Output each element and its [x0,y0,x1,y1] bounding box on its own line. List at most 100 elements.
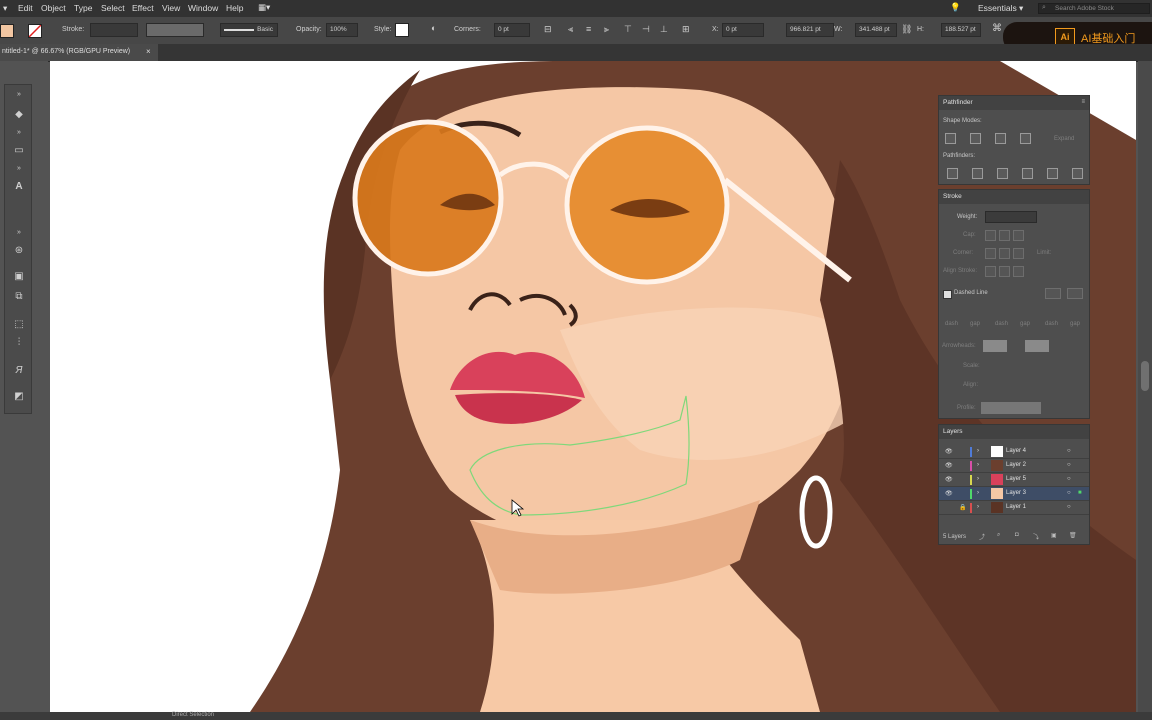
character-icon[interactable]: A [12,181,26,193]
fill-swatch[interactable] [0,24,14,38]
layer-row-layer-4[interactable]: 👁 › Layer 4 ○ [939,445,1089,459]
unite-icon[interactable] [945,133,956,144]
collect-export-icon[interactable]: ⤴ [979,532,985,541]
vertical-scrollbar[interactable] [1138,61,1152,712]
arrange-documents-icon[interactable]: ▦▾ [258,2,270,13]
round-cap-icon[interactable] [999,230,1010,241]
expand-button[interactable]: Expand [1054,136,1074,142]
variable-width-field[interactable] [146,23,204,37]
expand-arrow-icon[interactable]: › [977,462,979,468]
shape-builder-icon[interactable]: ◆ [12,109,26,121]
menu-object[interactable]: Object [41,3,66,13]
intersect-icon[interactable] [995,133,1006,144]
menu-help[interactable]: Help [226,3,243,13]
new-layer-icon[interactable]: ▣ [1051,532,1057,539]
locate-object-icon[interactable]: ⌕ [997,532,1000,539]
expand-arrow-icon[interactable]: › [977,504,979,510]
layer-name[interactable]: Layer 2 [1006,462,1026,468]
graphic-style-swatch[interactable] [395,23,409,37]
delete-layer-icon[interactable]: 🗑 [1069,532,1077,539]
weight-field[interactable] [985,211,1037,223]
align-center-icon[interactable]: ≡ [586,24,591,34]
constrain-proportions-icon[interactable]: ⛓ [901,24,912,35]
stock-search-field[interactable]: ⌕ Search Adobe Stock [1038,3,1150,14]
dash-field-1[interactable]: dash [945,321,958,327]
menu-edit[interactable]: Edit [18,3,33,13]
layer-name[interactable]: Layer 3 [1006,490,1026,496]
x-field[interactable]: 0 pt [722,23,764,37]
layer-name[interactable]: Layer 5 [1006,476,1026,482]
dashed-line-checkbox[interactable] [943,290,952,299]
align-middle-icon[interactable]: ⊣ [642,24,650,35]
isolate-icon[interactable]: ⌘ [992,23,1002,34]
target-circle-icon[interactable]: ○ [1067,476,1071,482]
width-profile-select[interactable] [981,402,1041,414]
h-field[interactable]: 188.527 pt [941,23,981,37]
lightbulb-icon[interactable]: 💡 [950,2,961,13]
expand-arrow-icon[interactable]: › [977,448,979,454]
layer-row-layer-5[interactable]: 👁 › Layer 5 ○ [939,473,1089,487]
opacity-field[interactable]: 100% [326,23,358,37]
dash-field-2[interactable]: dash [995,321,1008,327]
preserve-dashes-icon[interactable] [1045,288,1061,299]
align-left-icon[interactable]: ⫷ [568,24,573,35]
exclude-icon[interactable] [1020,133,1031,144]
gradient-tool-icon[interactable]: ▭ [12,145,26,157]
minus-back-icon[interactable] [1072,168,1083,179]
visibility-eye-icon[interactable]: 👁 [945,476,953,483]
menu-type[interactable]: Type [74,3,92,13]
visibility-eye-icon[interactable]: 👁 [945,490,953,497]
gap-field-2[interactable]: gap [1020,321,1030,327]
align-center-stroke-icon[interactable] [985,266,996,277]
brush-definition[interactable]: Basic [220,23,278,37]
menu-effect[interactable]: Effect [132,3,154,13]
align-dashes-icon[interactable] [1067,288,1083,299]
document-tab[interactable]: ntitled-1* @ 66.67% (RGB/GPU Preview) × [0,44,158,61]
align-outside-stroke-icon[interactable] [1013,266,1024,277]
clipping-mask-icon[interactable]: ◘ [1015,532,1019,538]
target-circle-icon[interactable]: ○ [1067,504,1071,510]
target-circle-icon[interactable]: ○ [1067,448,1071,454]
menu-select[interactable]: Select [101,3,125,13]
expand-arrow-icon[interactable]: › [977,490,979,496]
align-panel-icon[interactable]: ⫶ [12,337,26,349]
collapse-tools-icon[interactable]: » [12,89,26,101]
end-arrowhead-select[interactable] [1025,340,1049,352]
layer-row-layer-2[interactable]: 👁 › Layer 2 ○ [939,459,1089,473]
expand-arrow-icon[interactable]: › [977,476,979,482]
glyphs-icon[interactable]: Я [12,365,26,377]
align-bottom-icon[interactable]: ⊥ [660,24,668,35]
align-top-icon[interactable]: ⊤ [624,24,632,35]
outline-icon[interactable] [1047,168,1058,179]
transform-icon[interactable]: ⊞ [682,24,690,35]
transform-panel-icon[interactable]: ⬚ [12,319,26,331]
crop-icon[interactable] [1022,168,1033,179]
minus-front-icon[interactable] [970,133,981,144]
bevel-join-icon[interactable] [1013,248,1024,259]
merge-icon[interactable] [997,168,1008,179]
recolor-icon[interactable]: ◐ [431,23,436,33]
divide-icon[interactable] [947,168,958,179]
lock-icon[interactable]: 🔒 [959,504,966,511]
stroke-swatch[interactable] [28,24,42,38]
selection-indicator-icon[interactable]: ■ [1078,490,1082,496]
stroke-weight-field[interactable] [90,23,138,37]
scrollbar-thumb[interactable] [1141,361,1149,391]
projecting-cap-icon[interactable] [1013,230,1024,241]
target-circle-icon[interactable]: ○ [1067,462,1071,468]
gap-field-1[interactable]: gap [970,321,980,327]
menu-window[interactable]: Window [188,3,218,13]
y-field[interactable]: 966.821 pt [786,23,834,37]
color-guide-icon[interactable]: ⊛ [12,245,26,257]
align-to-icon[interactable]: ⊟ [544,24,552,35]
layer-row-layer-1[interactable]: 🔒 › Layer 1 ○ [939,501,1089,515]
target-circle-icon[interactable]: ○ [1067,490,1071,496]
layer-name[interactable]: Layer 1 [1006,504,1026,510]
workspace-switcher[interactable]: Essentials [978,3,1017,13]
layer-name[interactable]: Layer 4 [1006,448,1026,454]
align-inside-stroke-icon[interactable] [999,266,1010,277]
panel-menu-icon[interactable]: ≡ [1081,99,1085,105]
new-sublayer-icon[interactable]: ⤵ [1033,532,1039,541]
menu-view[interactable]: View [162,3,180,13]
visibility-eye-icon[interactable]: 👁 [945,448,953,455]
